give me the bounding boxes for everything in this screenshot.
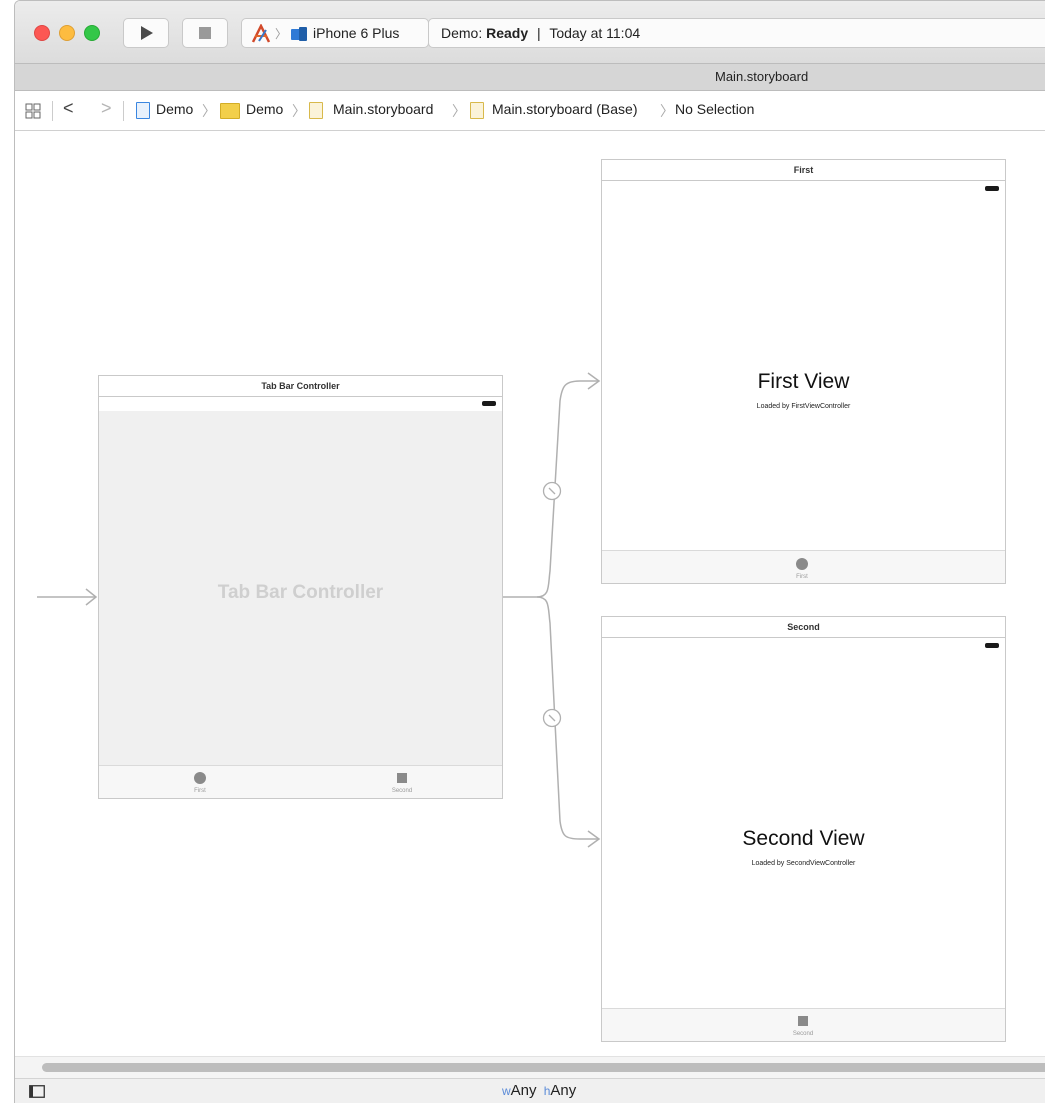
- tab-first-icon[interactable]: [796, 558, 808, 570]
- storyboard-canvas[interactable]: Tab Bar Controller Tab Bar Controller Fi…: [15, 131, 1045, 1056]
- scene-title: Second: [602, 617, 1005, 638]
- close-window-button[interactable]: [34, 25, 50, 41]
- chevron-right-icon: 〉: [452, 103, 466, 119]
- jump-item-storyboard-base[interactable]: Main.storyboard (Base): [492, 101, 638, 117]
- scheme-selector[interactable]: 〉 iPhone 6 Plus: [241, 18, 429, 48]
- storyboard-file-icon: [470, 102, 484, 119]
- related-items-icon[interactable]: [25, 103, 41, 119]
- tab-first-label: First: [194, 788, 206, 794]
- battery-icon: [985, 643, 999, 648]
- iphone-device-icon: [291, 27, 307, 41]
- tab-first-label: First: [796, 574, 808, 580]
- storyboard-file-icon: [309, 102, 323, 119]
- view-heading: Second View: [742, 827, 865, 850]
- tab-first-icon[interactable]: [194, 772, 206, 784]
- minimize-window-button[interactable]: [59, 25, 75, 41]
- relationship-segue-icon[interactable]: [542, 481, 562, 501]
- relationship-segue-icon[interactable]: [542, 708, 562, 728]
- scene-title: First: [602, 160, 1005, 181]
- tab-bar-controller-scene[interactable]: Tab Bar Controller Tab Bar Controller Fi…: [98, 375, 503, 799]
- status-state: Ready: [486, 25, 529, 41]
- view-heading: First View: [757, 370, 850, 393]
- status-project: Demo:: [441, 25, 483, 41]
- project-file-icon: [136, 102, 150, 119]
- xcode-window: 〉 iPhone 6 Plus Demo: Ready | Today at 1…: [14, 0, 1045, 1103]
- document-outline-toggle-icon[interactable]: [29, 1085, 45, 1098]
- status-bar: [99, 397, 502, 412]
- view-subtitle: Loaded by SecondViewController: [751, 860, 856, 867]
- tab-bar: Second: [602, 1008, 1005, 1041]
- scheme-chevron: 〉: [275, 27, 288, 41]
- activity-status: Demo: Ready | Today at 11:04: [428, 18, 1045, 48]
- battery-icon: [482, 401, 496, 406]
- run-button[interactable]: [123, 18, 169, 48]
- forward-arrow-icon[interactable]: >: [101, 98, 112, 119]
- jump-item-folder[interactable]: Demo: [246, 101, 283, 117]
- back-arrow-icon[interactable]: <: [63, 98, 74, 119]
- zoom-window-button[interactable]: [84, 25, 100, 41]
- xcode-app-icon: [251, 24, 271, 43]
- tab-bar: First Second: [99, 765, 502, 798]
- size-class-w-prefix: w: [502, 1084, 511, 1098]
- jump-bar-divider: [52, 101, 53, 121]
- scene-title: Tab Bar Controller: [99, 376, 502, 397]
- second-view-scene[interactable]: Second Second View Loaded by SecondViewC…: [601, 616, 1006, 1042]
- canvas-bottom-bar: wAny hAny: [15, 1078, 1045, 1103]
- jump-item-storyboard[interactable]: Main.storyboard: [333, 101, 433, 117]
- tab-second-icon[interactable]: [397, 773, 407, 783]
- jump-bar: < > Demo 〉 Demo 〉 Main.storyboard 〉 Main…: [15, 91, 1045, 131]
- jump-item-project[interactable]: Demo: [156, 101, 193, 117]
- tab-bar: First: [602, 550, 1005, 583]
- folder-icon: [220, 103, 240, 119]
- size-class-w-value: Any: [510, 1082, 537, 1099]
- battery-icon: [985, 186, 999, 191]
- size-class-control[interactable]: wAny hAny: [502, 1082, 576, 1099]
- chevron-right-icon: 〉: [292, 103, 306, 119]
- size-class-h-value: Any: [550, 1082, 577, 1099]
- scheme-device-label: iPhone 6 Plus: [313, 25, 400, 41]
- horizontal-scrollbar[interactable]: [15, 1056, 1045, 1078]
- jump-bar-divider: [123, 101, 124, 121]
- view-subtitle: Loaded by FirstViewController: [756, 403, 851, 410]
- tab-second-label: Second: [391, 788, 413, 794]
- tab-second-label: Second: [792, 1031, 814, 1037]
- status-time: Today at 11:04: [549, 25, 641, 41]
- jump-item-selection[interactable]: No Selection: [675, 101, 754, 117]
- play-icon: [141, 26, 153, 40]
- tab-second-icon[interactable]: [798, 1016, 808, 1026]
- chevron-right-icon: 〉: [202, 103, 216, 119]
- stop-button[interactable]: [182, 18, 228, 48]
- editor-tab-bar: Main.storyboard: [15, 63, 1045, 91]
- tab-main-storyboard[interactable]: Main.storyboard: [715, 69, 808, 84]
- toolbar: 〉 iPhone 6 Plus Demo: Ready | Today at 1…: [15, 1, 1045, 63]
- tab-bar-content-area: Tab Bar Controller: [99, 411, 502, 765]
- scrollbar-thumb[interactable]: [42, 1063, 1045, 1072]
- status-separator: |: [537, 25, 541, 41]
- chevron-right-icon: 〉: [660, 103, 674, 119]
- first-view-scene[interactable]: First First View Loaded by FirstViewCont…: [601, 159, 1006, 584]
- scene-placeholder-label: Tab Bar Controller: [217, 582, 384, 603]
- stop-icon: [199, 27, 211, 39]
